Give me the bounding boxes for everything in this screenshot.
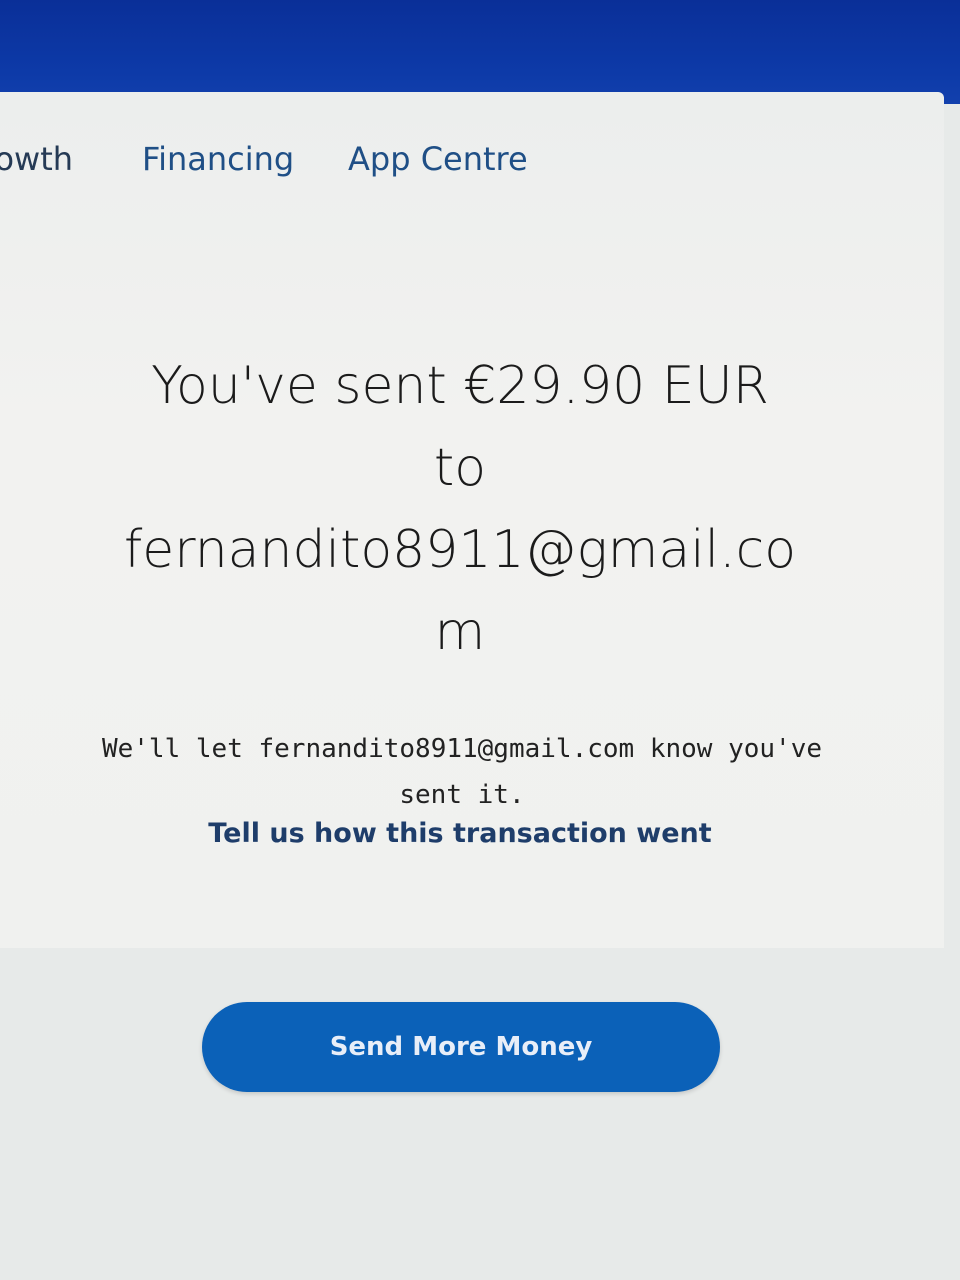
- headline-amount-line: You've sent €29.90 EUR: [151, 355, 769, 416]
- send-more-money-button[interactable]: Send More Money: [202, 1002, 720, 1092]
- headline-to-line: to: [433, 437, 487, 498]
- nav-item-growth[interactable]: rowth: [0, 140, 73, 178]
- headline-recipient-wrap: m: [434, 601, 486, 662]
- nav-item-app-centre[interactable]: App Centre: [348, 140, 528, 178]
- confirmation-headline: You've sent €29.90 EUR to fernandito8911…: [80, 345, 840, 673]
- nav-item-financing[interactable]: Financing: [142, 140, 294, 178]
- headline-recipient-line: fernandito8911@gmail.co: [123, 519, 797, 580]
- feedback-link[interactable]: Tell us how this transaction went: [100, 818, 820, 849]
- top-header-bar: [0, 0, 960, 104]
- notification-message: We'll let fernandito8911@gmail.com know …: [101, 734, 823, 810]
